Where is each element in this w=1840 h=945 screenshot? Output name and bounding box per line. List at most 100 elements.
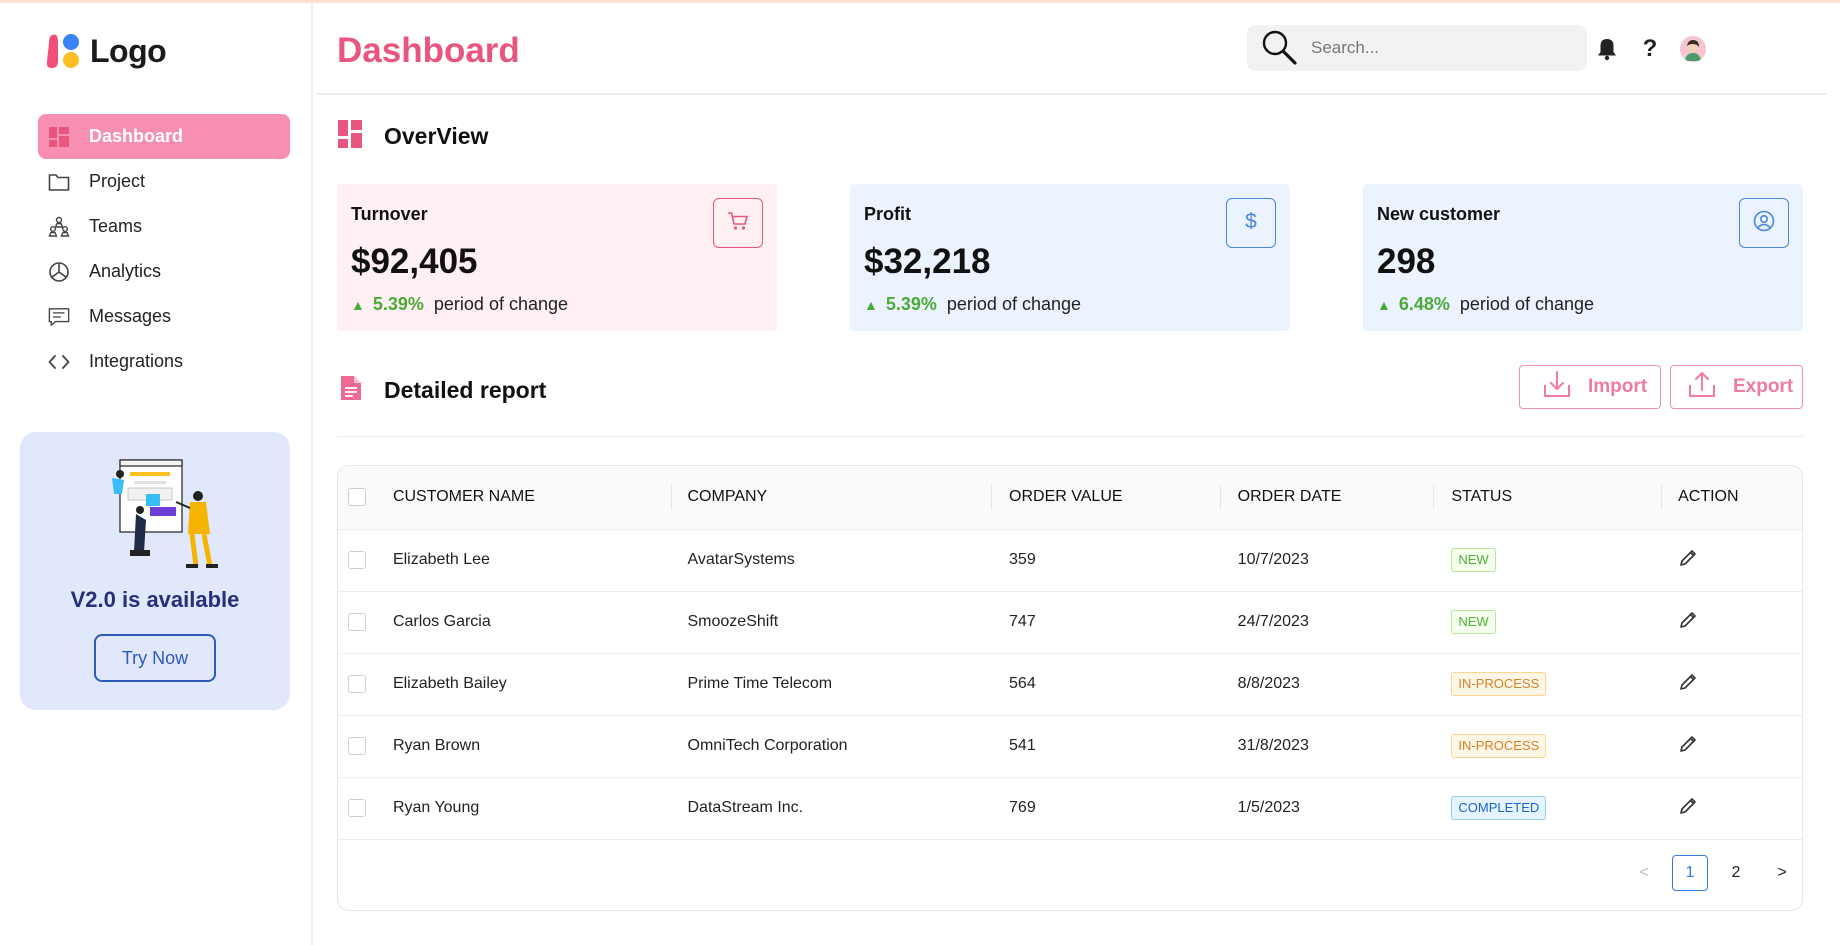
import-button[interactable]: Import: [1519, 365, 1661, 409]
row-checkbox[interactable]: [348, 551, 366, 569]
cart-icon: [727, 211, 749, 236]
dollar-icon: $: [1243, 209, 1259, 238]
folder-icon: [48, 171, 70, 193]
logo-mark-icon: [44, 31, 82, 71]
customer-name: Carlos Garcia: [392, 613, 491, 630]
up-arrow-icon: ▲: [351, 296, 365, 313]
customer-name: Elizabeth Bailey: [392, 675, 507, 692]
bell-icon[interactable]: [1595, 37, 1619, 61]
table-row[interactable]: Elizabeth Lee AvatarSystems 359 10/7/202…: [338, 529, 1802, 591]
sidebar-item-project[interactable]: Project: [38, 159, 290, 204]
column-header[interactable]: ORDER VALUE: [991, 466, 1220, 529]
edit-icon[interactable]: [1678, 549, 1698, 572]
column-header[interactable]: ORDER DATE: [1219, 466, 1434, 529]
profit-card: Profit $32,218 ▲ 5.39% period of change …: [850, 184, 1290, 331]
card-title: Profit: [864, 204, 911, 224]
column-header[interactable]: COMPANY: [670, 466, 992, 529]
column-header[interactable]: STATUS: [1433, 466, 1661, 529]
order-date: 8/8/2023: [1237, 675, 1300, 692]
pagination: < 1 2 >: [1626, 855, 1810, 891]
new-customer-card: New customer 298 ▲ 6.48% period of chang…: [1363, 184, 1803, 331]
pagination-page-1[interactable]: 1: [1672, 855, 1708, 891]
sidebar-item-label: Messages: [89, 306, 172, 326]
dashboard-icon: [48, 126, 70, 148]
sidebar-nav: Dashboard Project Teams Analytics Messag…: [38, 114, 290, 384]
pagination-page-2[interactable]: 2: [1718, 855, 1754, 891]
try-now-button[interactable]: Try Now: [94, 634, 216, 682]
sidebar-item-dashboard[interactable]: Dashboard: [38, 114, 290, 159]
svg-text:$: $: [1245, 210, 1257, 233]
order-date: 1/5/2023: [1237, 799, 1300, 816]
order-value: 747: [1009, 613, 1036, 630]
export-button[interactable]: Export: [1670, 365, 1803, 409]
sidebar-item-teams[interactable]: Teams: [38, 204, 290, 249]
table-row[interactable]: Carlos Garcia SmoozeShift 747 24/7/2023 …: [338, 591, 1802, 653]
logo[interactable]: Logo: [44, 31, 167, 71]
customer-name: Ryan Young: [392, 799, 480, 816]
column-header[interactable]: CUSTOMER NAME: [393, 466, 671, 529]
table-row[interactable]: Elizabeth Bailey Prime Time Telecom 564 …: [338, 653, 1802, 715]
document-icon: [340, 375, 362, 406]
order-date: 31/8/2023: [1237, 737, 1309, 754]
up-arrow-icon: ▲: [1377, 296, 1391, 313]
export-label: Export: [1733, 376, 1794, 397]
card-title: Turnover: [351, 204, 428, 224]
page-title: Dashboard: [337, 31, 520, 70]
pagination-next-button[interactable]: >: [1764, 855, 1800, 891]
company: OmniTech Corporation: [687, 737, 848, 754]
edit-icon[interactable]: [1678, 735, 1698, 758]
sidebar-item-label: Project: [89, 171, 146, 191]
change-percent: 5.39%: [885, 294, 937, 314]
search-input[interactable]: [1311, 38, 1571, 58]
dollar-button[interactable]: $: [1226, 198, 1276, 248]
sidebar-item-analytics[interactable]: Analytics: [38, 249, 290, 294]
table-row[interactable]: Ryan Brown OmniTech Corporation 541 31/8…: [338, 715, 1802, 777]
sidebar-item-integrations[interactable]: Integrations: [38, 339, 290, 384]
cart-button[interactable]: [713, 198, 763, 248]
select-all-checkbox[interactable]: [348, 488, 366, 507]
promo-illustration: [106, 454, 226, 572]
overview-icon: [338, 120, 362, 153]
change-description: period of change: [946, 294, 1082, 314]
user-button[interactable]: [1739, 198, 1789, 248]
card-value: $92,405: [351, 242, 478, 281]
row-checkbox[interactable]: [348, 675, 366, 693]
card-title: New customer: [1377, 204, 1501, 224]
table-row[interactable]: Ryan Young DataStream Inc. 769 1/5/2023 …: [338, 777, 1802, 839]
sidebar: Logo Dashboard Project Teams Analytics M…: [0, 3, 313, 945]
search-icon: [1259, 28, 1299, 68]
avatar[interactable]: [1680, 36, 1706, 62]
row-checkbox[interactable]: [348, 799, 366, 817]
status-badge: IN-PROCESS: [1451, 734, 1547, 758]
edit-icon[interactable]: [1678, 611, 1698, 634]
edit-icon[interactable]: [1678, 673, 1698, 696]
company: Prime Time Telecom: [687, 675, 833, 692]
row-checkbox[interactable]: [348, 613, 366, 631]
code-icon: [48, 351, 70, 373]
change-percent: 6.48%: [1398, 294, 1450, 314]
card-change: ▲ 5.39% period of change: [351, 294, 568, 315]
customer-name: Ryan Brown: [392, 737, 481, 754]
report-title: Detailed report: [384, 377, 547, 403]
order-value: 541: [1009, 737, 1036, 754]
report-table: CUSTOMER NAME COMPANY ORDER VALUE ORDER …: [337, 465, 1803, 911]
search-box[interactable]: [1247, 25, 1587, 71]
card-change: ▲ 5.39% period of change: [864, 294, 1081, 315]
row-checkbox[interactable]: [348, 737, 366, 755]
status-badge: NEW: [1451, 548, 1496, 572]
turnover-card: Turnover $92,405 ▲ 5.39% period of chang…: [337, 184, 777, 331]
edit-icon[interactable]: [1678, 797, 1698, 820]
help-icon[interactable]: ?: [1638, 37, 1662, 61]
pagination-prev-button[interactable]: <: [1626, 855, 1662, 891]
user-circle-icon: [1753, 210, 1775, 237]
change-description: period of change: [433, 294, 569, 314]
upgrade-promo-card: V2.0 is available Try Now: [20, 432, 290, 710]
column-header[interactable]: ACTION: [1661, 466, 1802, 529]
sidebar-item-messages[interactable]: Messages: [38, 294, 290, 339]
customer-name: Elizabeth Lee: [392, 551, 490, 568]
table-header-row: CUSTOMER NAME COMPANY ORDER VALUE ORDER …: [338, 466, 1802, 529]
sidebar-item-label: Teams: [89, 216, 143, 236]
order-value: 769: [1009, 799, 1036, 816]
up-arrow-icon: ▲: [864, 296, 878, 313]
export-icon: [1687, 369, 1717, 405]
